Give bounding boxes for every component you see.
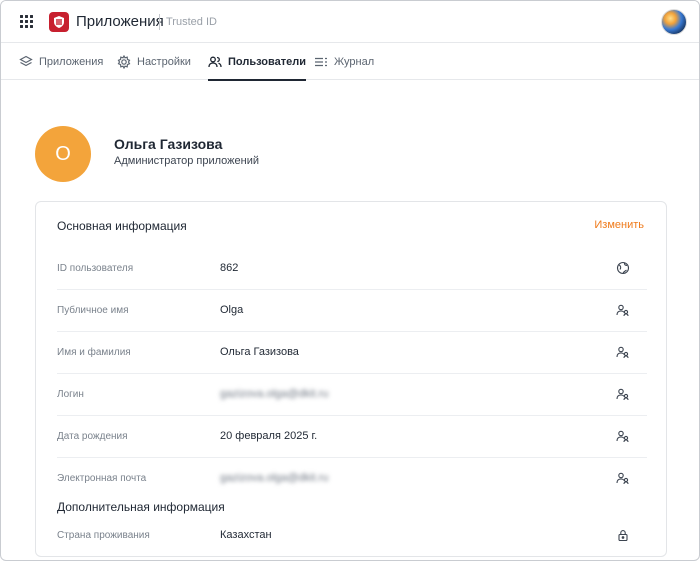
row-value-blurred: gazizova.olga@dkit.ru [220, 472, 329, 484]
row-label: ID пользователя [57, 263, 134, 274]
lock-icon [616, 528, 630, 542]
basic-info-card: Основная информация Изменить ID пользова… [35, 201, 667, 557]
profile-role: Администратор приложений [114, 155, 260, 167]
layers-icon [19, 55, 33, 69]
tab-label: Пользователи [228, 55, 307, 68]
profile-name: Ольга Газизова [114, 136, 223, 152]
gear-icon [117, 54, 131, 69]
card-title: Основная информация [57, 219, 187, 233]
users-icon[interactable] [616, 429, 630, 443]
app-title: Приложения [76, 13, 164, 30]
title-divider [159, 14, 160, 30]
row-value: 20 февраля 2025 г. [220, 430, 318, 442]
tab-users[interactable]: Пользователи [208, 43, 307, 81]
app-subtitle: Trusted ID [166, 16, 217, 28]
globe-icon[interactable] [616, 261, 630, 275]
row-value: 862 [220, 262, 239, 274]
extra-info-title: Дополнительная информация [57, 500, 225, 514]
users-icon[interactable] [616, 387, 630, 401]
tab-settings[interactable]: Настройки [117, 43, 191, 80]
app-window: Приложения Trusted ID Приложения Настрой… [0, 0, 700, 561]
info-row-full-name: Имя и фамилия Ольга Газизова [57, 332, 647, 374]
row-label: Страна проживания [57, 530, 150, 541]
tab-applications[interactable]: Приложения [19, 43, 103, 80]
users-icon[interactable] [616, 303, 630, 317]
apps-grid-icon[interactable] [20, 15, 34, 29]
edit-button[interactable]: Изменить [594, 219, 644, 231]
info-row-email: Электронная почта gazizova.olga@dkit.ru [57, 458, 647, 500]
row-label: Публичное имя [57, 305, 129, 316]
row-label: Электронная почта [57, 473, 147, 484]
row-label: Имя и фамилия [57, 347, 131, 358]
users-icon[interactable] [616, 471, 630, 485]
row-label: Логин [57, 389, 84, 400]
info-row-country: Страна проживания Казахстан [57, 515, 647, 557]
info-row-birthdate: Дата рождения 20 февраля 2025 г. [57, 416, 647, 458]
top-bar: Приложения Trusted ID [1, 1, 699, 43]
info-row-login: Логин gazizova.olga@dkit.ru [57, 374, 647, 416]
tab-bar: Приложения Настройки Пользователи Журнал [1, 43, 699, 81]
tab-journal[interactable]: Журнал [314, 43, 374, 80]
profile-avatar: О [35, 126, 91, 182]
shield-logo-icon [49, 12, 69, 32]
list-icon [314, 55, 328, 69]
tab-label: Настройки [137, 55, 191, 68]
users-icon [208, 55, 222, 69]
row-value: Ольга Газизова [220, 346, 299, 358]
info-row-user-id: ID пользователя 862 [57, 248, 647, 290]
row-value: Olga [220, 304, 244, 316]
user-avatar[interactable] [661, 9, 687, 35]
row-value-blurred: gazizova.olga@dkit.ru [220, 388, 329, 400]
row-label: Дата рождения [57, 431, 128, 442]
info-row-public-name: Публичное имя Olga [57, 290, 647, 332]
tab-label: Журнал [334, 55, 375, 68]
row-value: Казахстан [220, 529, 272, 541]
tab-label: Приложения [39, 55, 104, 68]
users-icon[interactable] [616, 345, 630, 359]
